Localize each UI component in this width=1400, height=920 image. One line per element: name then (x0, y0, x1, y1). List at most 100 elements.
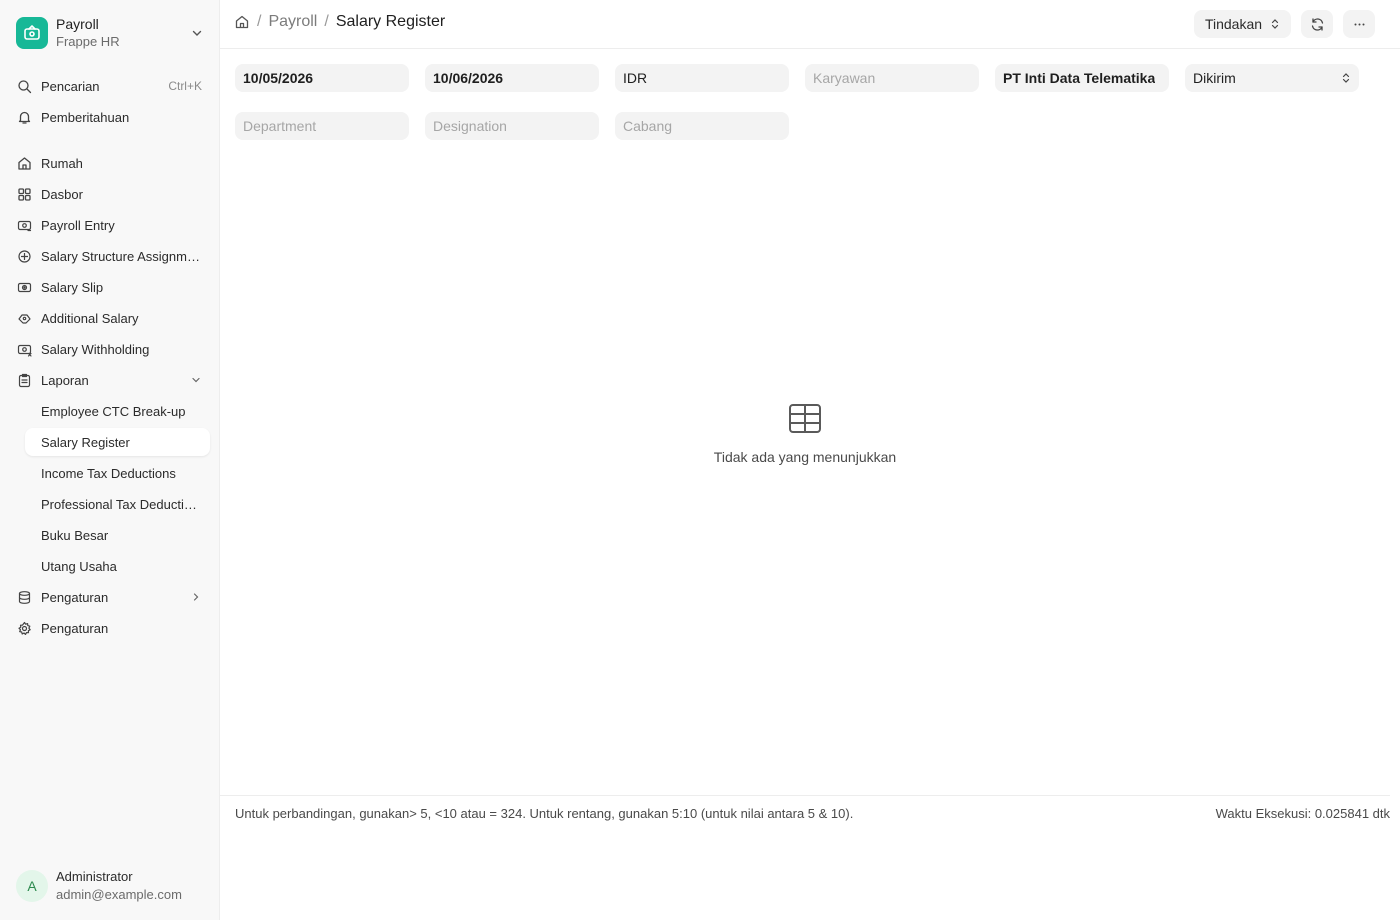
sidebar-report-label: Employee CTC Break-up (41, 403, 186, 419)
employee-placeholder: Karyawan (813, 70, 876, 86)
payroll-app-icon (16, 17, 48, 49)
user-menu[interactable]: A Administrator admin@example.com (16, 868, 182, 904)
sidebar: Payroll Frappe HR Pencarian Ctrl+K Pembe… (0, 0, 220, 920)
app-subtitle: Frappe HR (56, 34, 120, 49)
actions-button[interactable]: Tindakan (1194, 10, 1291, 38)
sidebar-item-salary-withholding[interactable]: Salary Withholding (8, 335, 210, 363)
sidebar-report-salary-register[interactable]: Salary Register (25, 428, 210, 456)
docstatus-value: Dikirim (1193, 70, 1236, 86)
sidebar-item-settings-group[interactable]: Pengaturan (8, 583, 210, 611)
designation-field[interactable]: Designation (425, 112, 599, 140)
actions-label: Tindakan (1204, 16, 1263, 32)
docstatus-select[interactable]: Dikirim (1185, 64, 1359, 92)
chevron-down-icon (190, 26, 204, 40)
department-placeholder: Department (243, 118, 317, 134)
sidebar-item-label: Rumah (41, 155, 83, 171)
sidebar-report-utang-usaha[interactable]: Utang Usaha (25, 552, 210, 580)
more-button[interactable] (1343, 10, 1375, 38)
sidebar-report-professional-tax-deductions[interactable]: Professional Tax Deductions (25, 490, 210, 518)
empty-state: Tidak ada yang menunjukkan (220, 400, 1390, 465)
sidebar-item-reports[interactable]: Laporan (8, 366, 210, 394)
chevron-down-icon (190, 374, 202, 386)
to-date-value: 10/06/2026 (433, 70, 504, 86)
slip-icon (16, 279, 32, 295)
search-shortcut: Ctrl+K (168, 79, 202, 93)
sidebar-report-label: Income Tax Deductions (41, 465, 176, 481)
execution-time: Waktu Eksekusi: 0.025841 dtk (1215, 806, 1390, 821)
report-icon (16, 372, 32, 388)
branch-field[interactable]: Cabang (615, 112, 789, 140)
search-icon (16, 78, 32, 94)
structure-icon (16, 248, 32, 264)
company-field[interactable]: PT Inti Data Telematika (995, 64, 1169, 92)
sidebar-report-income-tax-deductions[interactable]: Income Tax Deductions (25, 459, 210, 487)
sidebar-item-home[interactable]: Rumah (8, 149, 210, 177)
user-email: admin@example.com (56, 887, 182, 902)
report-footer: Untuk perbandingan, gunakan> 5, <10 atau… (220, 795, 1390, 829)
bell-icon (16, 109, 32, 125)
sidebar-report-employee-ctc-break-up[interactable]: Employee CTC Break-up (25, 397, 210, 425)
company-value: PT Inti Data Telematika (1003, 70, 1156, 86)
more-icon (1352, 17, 1367, 32)
updown-icon (1270, 18, 1280, 30)
sidebar-item-label: Dasbor (41, 186, 83, 202)
to-date-field[interactable]: 10/06/2026 (425, 64, 599, 92)
sidebar-item-label: Pengaturan (41, 620, 109, 636)
breadcrumb: / Payroll / Salary Register (234, 13, 445, 31)
sidebar-item-label: Salary Slip (41, 279, 104, 295)
breadcrumb-parent[interactable]: Payroll (268, 13, 317, 31)
page-header: / Payroll / Salary Register Tindakan (220, 0, 1400, 49)
sidebar-item-label: Salary Withholding (41, 341, 150, 357)
search-label: Pencarian (41, 78, 100, 94)
home-icon (16, 155, 32, 171)
breadcrumb-separator: / (257, 13, 262, 30)
sidebar-report-label: Salary Register (41, 434, 130, 450)
notifications-button[interactable]: Pemberitahuan (8, 103, 210, 131)
sidebar-report-label: Buku Besar (41, 527, 109, 543)
sidebar-report-label: Professional Tax Deductions (41, 496, 202, 512)
updown-icon (1341, 72, 1351, 84)
chevron-right-icon (190, 591, 202, 603)
sidebar-item-label: Payroll Entry (41, 217, 115, 233)
from-date-value: 10/05/2026 (243, 70, 314, 86)
sidebar-item-label: Salary Structure Assignment (41, 248, 202, 264)
sidebar-item-salary-structure-assignment[interactable]: Salary Structure Assignment (8, 242, 210, 270)
sidebar-item-label: Pengaturan (41, 589, 109, 605)
sidebar-item-dashboard[interactable]: Dasbor (8, 180, 210, 208)
sidebar-report-label: Utang Usaha (41, 558, 117, 574)
branch-placeholder: Cabang (623, 118, 673, 134)
withholding-icon (16, 341, 32, 357)
sidebar-item-payroll-entry[interactable]: Payroll Entry (8, 211, 210, 239)
refresh-icon (1310, 17, 1325, 32)
money-icon (16, 217, 32, 233)
sidebar-item-settings[interactable]: Pengaturan (8, 614, 210, 642)
gear-icon (16, 620, 32, 636)
breadcrumb-separator: / (324, 13, 329, 30)
filter-hint: Untuk perbandingan, gunakan> 5, <10 atau… (235, 806, 854, 821)
sidebar-report-buku-besar[interactable]: Buku Besar (25, 521, 210, 549)
page-title: Salary Register (335, 13, 446, 30)
search-button[interactable]: Pencarian Ctrl+K (8, 72, 210, 100)
table-icon (787, 400, 823, 439)
currency-value: IDR (623, 70, 648, 86)
app-switcher[interactable]: Payroll Frappe HR (8, 10, 212, 56)
designation-placeholder: Designation (433, 118, 507, 134)
empty-message: Tidak ada yang menunjukkan (713, 449, 897, 465)
gift-icon (16, 310, 32, 326)
sidebar-item-additional-salary[interactable]: Additional Salary (8, 304, 210, 332)
from-date-field[interactable]: 10/05/2026 (235, 64, 409, 92)
database-icon (16, 589, 32, 605)
dashboard-icon (16, 186, 32, 202)
app-title: Payroll (56, 16, 99, 32)
sidebar-item-label: Additional Salary (41, 310, 139, 326)
avatar: A (16, 870, 48, 902)
department-field[interactable]: Department (235, 112, 409, 140)
user-name: Administrator (56, 869, 133, 884)
sidebar-item-salary-slip[interactable]: Salary Slip (8, 273, 210, 301)
refresh-button[interactable] (1301, 10, 1333, 38)
notifications-label: Pemberitahuan (41, 109, 130, 125)
employee-field[interactable]: Karyawan (805, 64, 979, 92)
currency-field[interactable]: IDR (615, 64, 789, 92)
sidebar-item-label: Laporan (41, 372, 89, 388)
home-icon[interactable] (234, 14, 250, 30)
